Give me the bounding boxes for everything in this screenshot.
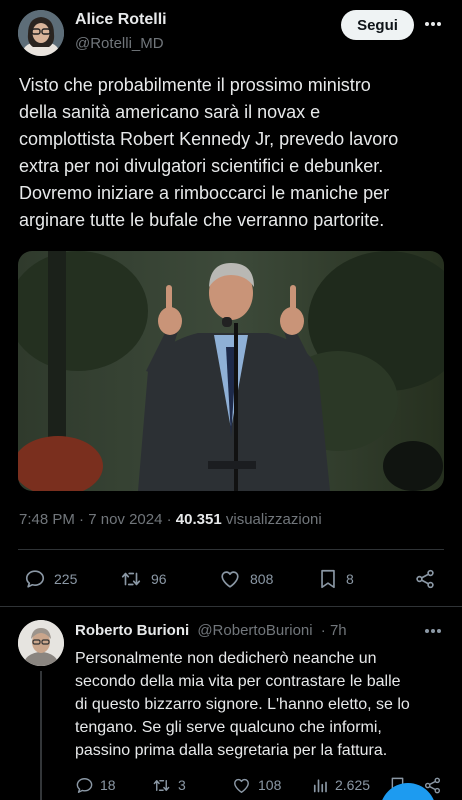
like-icon <box>221 571 239 588</box>
reply-author-name[interactable]: Roberto Burioni <box>75 622 189 639</box>
reply-header: Roberto Burioni @RobertoBurioni · 7h <box>75 622 347 639</box>
reply-count: 225 <box>54 571 78 587</box>
reply-post[interactable]: Roberto Burioni @RobertoBurioni · 7h Per… <box>0 607 462 800</box>
bookmark-icon <box>321 569 335 589</box>
post-text-line: della sanità americano sarà il novax e <box>19 102 321 122</box>
author-name[interactable]: Alice Rotelli <box>75 11 167 29</box>
views-icon <box>313 778 327 792</box>
author-handle[interactable]: @Rotelli_MD <box>75 35 164 52</box>
more-icon[interactable] <box>420 12 446 36</box>
post-date[interactable]: 7 nov 2024 <box>88 511 162 528</box>
post-text-line: Dovremo iniziare a rimboccarci le manich… <box>19 183 390 203</box>
views-label: visualizzazioni <box>225 511 322 528</box>
author-avatar[interactable] <box>18 10 64 56</box>
share-button[interactable] <box>414 564 436 594</box>
reply-text-line: Personalmente non dedicherò neanche un <box>75 650 377 667</box>
reply-repost-button[interactable]: 3 <box>151 772 186 798</box>
reply-text-line: di questo bizzarro signore. L'hanno elet… <box>75 696 410 713</box>
post-time[interactable]: 7:48 PM <box>19 511 75 528</box>
post-text-line: Visto che probabilmente il prossimo mini… <box>19 75 371 95</box>
reply-like-button[interactable]: 108 <box>231 772 281 798</box>
meta-separator: · <box>79 511 89 528</box>
post-actions: 225 96 808 8 <box>0 564 462 594</box>
like-icon <box>234 778 249 793</box>
reply-author-handle[interactable]: @RobertoBurioni <box>197 622 312 639</box>
repost-icon <box>153 779 170 791</box>
more-icon[interactable] <box>420 621 446 641</box>
repost-count: 96 <box>151 571 167 587</box>
reply-author-avatar[interactable] <box>18 620 64 666</box>
reply-text-line: passino prima dalla segretaria per la fa… <box>75 742 388 759</box>
post-text: Visto che probabilmente il prossimo mini… <box>19 72 449 234</box>
reply-icon <box>25 570 45 588</box>
reply-icon <box>76 777 93 793</box>
bookmark-button[interactable]: 8 <box>318 564 354 594</box>
main-post: Alice Rotelli @Rotelli_MD Segui Visto ch… <box>0 0 462 606</box>
post-text-line: complottista Robert Kennedy Jr, prevedo … <box>19 129 399 149</box>
follow-button[interactable]: Segui <box>341 10 414 40</box>
divider <box>18 549 444 550</box>
post-meta: 7:48 PM · 7 nov 2024 · 40.351 visualizza… <box>19 511 322 528</box>
views-count: 2.625 <box>335 777 371 793</box>
like-count: 108 <box>258 777 282 793</box>
reply-reply-button[interactable]: 18 <box>75 772 116 798</box>
repost-count: 3 <box>178 777 186 793</box>
share-icon <box>416 569 434 589</box>
post-text-line: arginare tutte le bufale che verranno pa… <box>19 210 385 230</box>
like-button[interactable]: 808 <box>218 564 273 594</box>
views-count: 40.351 <box>175 511 222 528</box>
reply-text: Personalmente non dedicherò neanche un s… <box>75 647 455 762</box>
reply-text-line: tengano. Se gli serve qualcuno che infor… <box>75 719 382 736</box>
repost-button[interactable]: 96 <box>119 564 167 594</box>
post-text-line: extra per noi divulgatori scientifici e … <box>19 156 384 176</box>
reply-button[interactable]: 225 <box>24 564 77 594</box>
post-photo[interactable] <box>18 251 444 491</box>
bookmark-count: 8 <box>346 571 354 587</box>
reply-views-button[interactable]: 2.625 <box>311 772 370 798</box>
reply-count: 18 <box>100 777 116 793</box>
repost-icon <box>121 572 141 586</box>
reply-age: · 7h <box>320 622 347 639</box>
like-count: 808 <box>250 571 274 587</box>
reply-text-line: secondo della mia vita per contrastare l… <box>75 673 401 690</box>
meta-separator: · <box>166 511 176 528</box>
